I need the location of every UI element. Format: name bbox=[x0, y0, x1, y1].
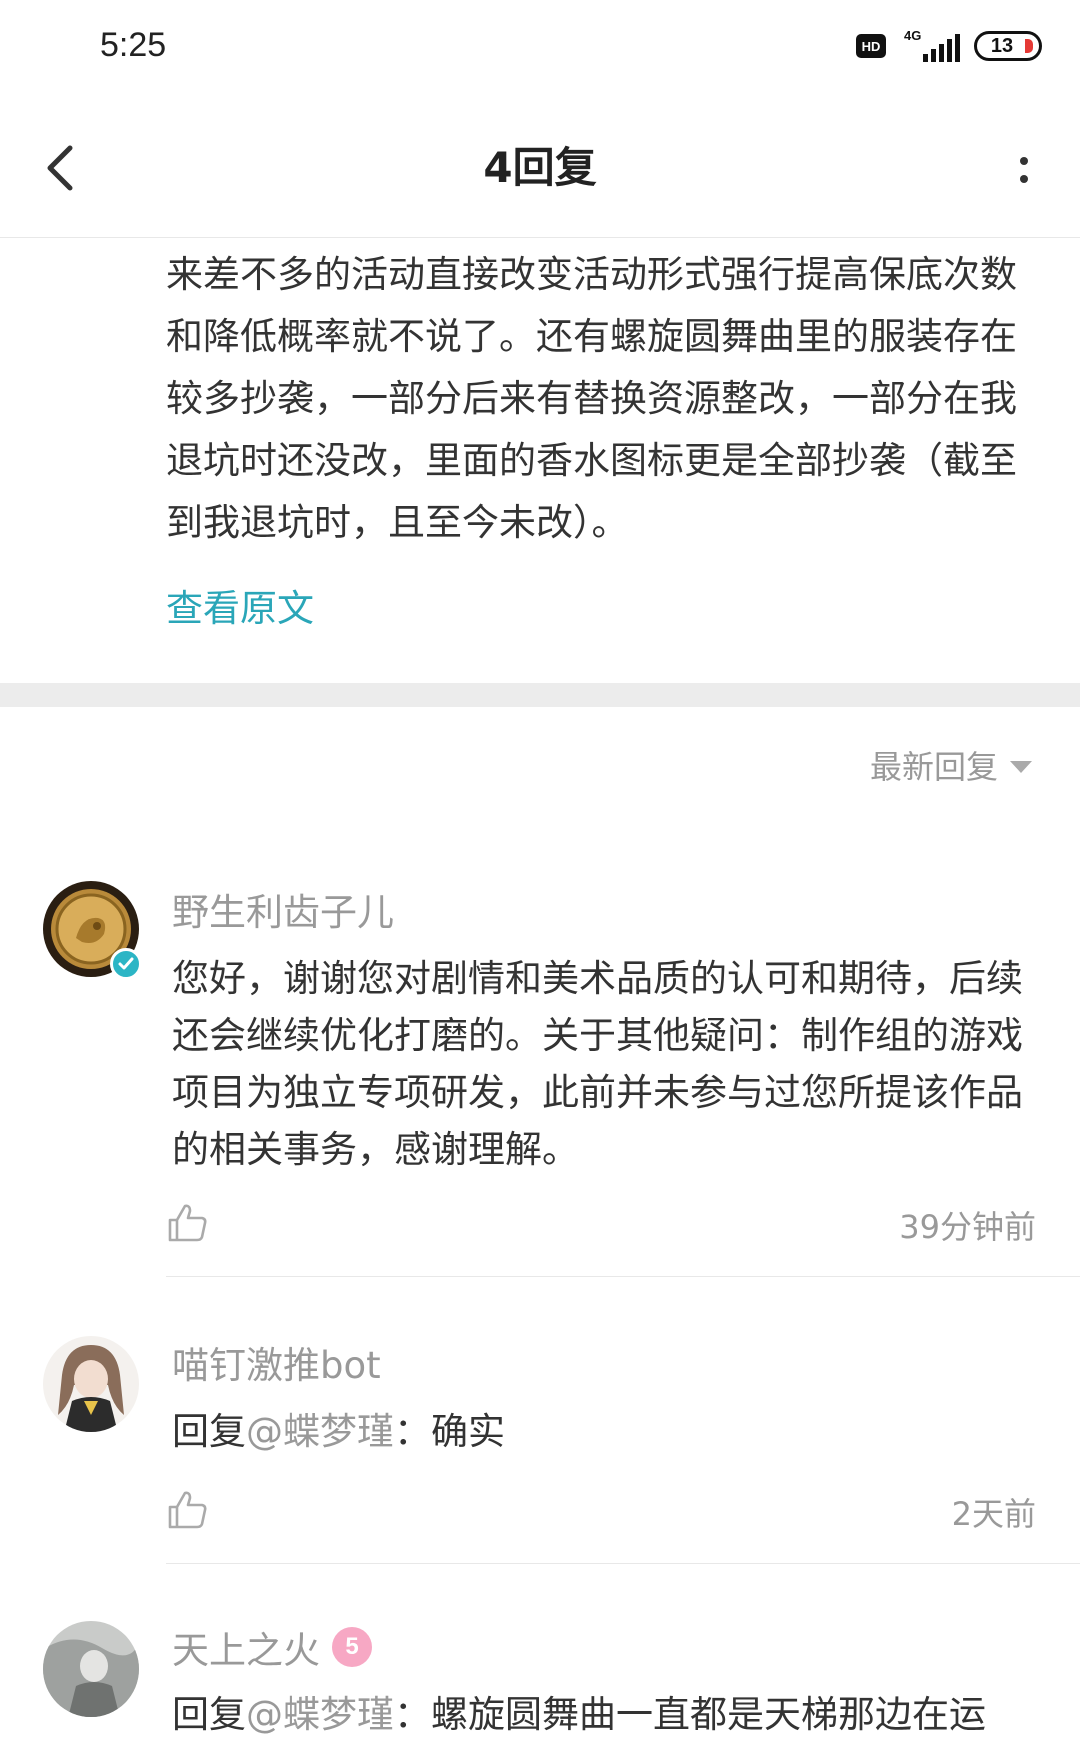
caret-down-icon bbox=[1010, 761, 1032, 773]
comment-text: 回复@蝶梦瑾：确实 bbox=[172, 1403, 1034, 1460]
section-divider bbox=[0, 683, 1080, 707]
signal-icon: 4G bbox=[900, 28, 960, 62]
author-name: 喵钉激推bot bbox=[172, 1344, 381, 1387]
reply-text: 螺旋圆舞曲一直都是天梯那边在运 bbox=[431, 1693, 986, 1736]
avatar[interactable] bbox=[42, 1620, 140, 1718]
comment-text: 您好，谢谢您对剧情和美术品质的认可和期待，后续还会继续优化打磨的。关于其他疑问：… bbox=[172, 957, 1023, 1171]
sort-dropdown[interactable]: 最新回复 bbox=[870, 742, 1032, 788]
nav-bar: 4回复 bbox=[0, 100, 1080, 238]
battery-level: 13 bbox=[990, 34, 1014, 57]
status-indicators: HD 4G 13 bbox=[856, 28, 1042, 62]
author-name: 野生利齿子儿 bbox=[172, 891, 394, 934]
comment-time: 39分钟前 bbox=[899, 1208, 1036, 1246]
comment-text: 回复@蝶梦瑾：螺旋圆舞曲一直都是天梯那边在运 bbox=[172, 1686, 1034, 1743]
comment-author[interactable]: 野生利齿子儿 bbox=[172, 882, 394, 936]
thumbs-up-icon[interactable] bbox=[166, 1489, 208, 1531]
network-type: 4G bbox=[904, 28, 922, 43]
verified-icon bbox=[110, 948, 142, 980]
avatar[interactable] bbox=[42, 880, 142, 980]
reply-prefix: 回复 bbox=[172, 1693, 246, 1736]
original-post-text: 来差不多的活动直接改变活动形式强行提高保底次数和降低概率就不说了。还有螺旋圆舞曲… bbox=[166, 253, 1017, 544]
comment-author[interactable]: 喵钉激推bot bbox=[172, 1335, 381, 1389]
thumbs-up-icon[interactable] bbox=[166, 1202, 208, 1244]
page-title: 4回复 bbox=[483, 143, 597, 192]
author-name: 天上之火 bbox=[172, 1629, 320, 1672]
reply-text: 确实 bbox=[431, 1410, 505, 1453]
view-original-link[interactable]: 查看原文 bbox=[166, 578, 314, 632]
avatar[interactable] bbox=[42, 1335, 140, 1433]
reply-colon: ： bbox=[394, 1410, 431, 1453]
comment-author[interactable]: 天上之火 5 bbox=[172, 1620, 372, 1674]
mention-link[interactable]: @蝶梦瑾 bbox=[246, 1410, 394, 1453]
reply-colon: ： bbox=[394, 1693, 431, 1736]
reply-prefix: 回复 bbox=[172, 1410, 246, 1453]
level-badge: 5 bbox=[332, 1627, 372, 1667]
more-vertical-icon[interactable] bbox=[1012, 140, 1036, 200]
status-time: 5:25 bbox=[100, 26, 167, 64]
divider bbox=[166, 1276, 1080, 1277]
sort-label: 最新回复 bbox=[869, 748, 998, 786]
hd-icon: HD bbox=[856, 34, 886, 58]
mention-link[interactable]: @蝶梦瑾 bbox=[246, 1693, 394, 1736]
comment-time: 2天前 bbox=[951, 1495, 1036, 1533]
divider bbox=[166, 1563, 1080, 1564]
status-bar: 5:25 HD 4G 13 bbox=[0, 0, 1080, 100]
battery-icon: 13 bbox=[974, 31, 1042, 61]
